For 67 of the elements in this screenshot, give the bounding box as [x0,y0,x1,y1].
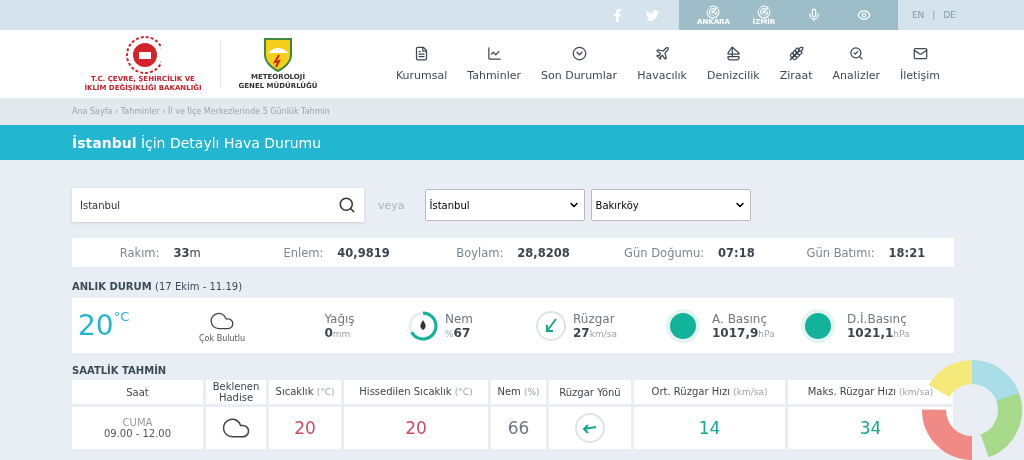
info-value: 07:18 [718,245,755,260]
separator-text: veya [378,198,405,212]
province-select[interactable]: İstanbul [424,189,585,221]
info-label: Gün Doğumu: [624,245,705,260]
column-header: Maks. Rüzgar Hızı (km/sa) [788,380,953,404]
reading-value: 1017,9hPa [712,325,775,340]
search-field[interactable]: İstanbul [72,188,364,222]
eye-icon[interactable] [856,8,871,22]
section-heading: SAATLİK TAHMİN [72,365,168,376]
column-header: Sıcaklık (°C) [269,380,341,404]
table-cell: 66 [491,407,546,449]
reading-value: 0mm [324,325,351,340]
info-value: 40,9819 [337,245,390,260]
reading-label: Rüzgar [573,311,615,326]
radar-icon[interactable] [756,4,771,19]
nav-item[interactable]: Denizcilik [697,46,770,82]
column-header: Ort. Rüzgar Hızı (km/sa) [634,380,785,404]
nav-item[interactable]: Analizler [822,46,891,82]
boat-icon [725,46,741,61]
mail-icon [912,46,928,61]
search-icon[interactable] [338,196,356,214]
reading-label: D.İ.Basınç [847,311,907,326]
info-value: 18:21 [888,245,926,260]
nav-item[interactable]: Son Durumlar [531,46,628,82]
wheat-icon [788,46,804,61]
column-header: Beklenen Hadise [206,380,266,404]
column-header: Rüzgar Yönü [549,380,631,404]
language-separator: | [932,10,936,20]
wind-direction-icon [574,412,606,444]
page-title: İstanbul İçin Detaylı Hava Durumu [72,134,322,151]
table-cell: 14 [634,407,785,449]
nav-item[interactable]: Havacılık [627,46,697,82]
reading-value: 27km/sa [573,325,617,340]
twitter-icon[interactable] [645,8,659,22]
info-label: Rakım: [119,245,160,260]
reading-value: 1021,1hPa [847,325,910,340]
reading-value: %67 [445,325,471,340]
plane-icon [654,46,670,61]
column-header: Hissedilen Sıcaklık (°C) [344,380,488,404]
nav-item[interactable]: Kurumsal [385,46,458,82]
info-label: Gün Batımı: [806,245,875,260]
section-heading: ANLIK DURUM (17 Ekim - 11.19) [72,281,244,292]
radar-icon[interactable] [706,4,721,19]
nav-item[interactable]: İletişim [890,46,950,82]
info-label: Boylam: [456,245,504,260]
column-header: Saat [72,380,203,404]
info-value: 33m [173,245,201,260]
reading-label: Nem [445,311,474,326]
info-label: Enlem: [283,245,324,260]
nav-item[interactable]: Ziraat [769,46,823,82]
agency-logo [263,36,293,73]
table-cell: 20 [344,407,488,449]
doc-icon [414,46,430,61]
table-cell: 20 [269,407,341,449]
district-select[interactable]: Bakırköy [590,189,751,221]
wind-compass-icon [535,309,567,342]
ministry-emblem [125,34,161,75]
reading-label: A. Basınç [712,311,767,326]
nav-item[interactable]: Tahminler [457,46,531,82]
microphone-icon[interactable] [806,8,821,22]
info-value: 28,8208 [517,245,570,260]
column-header: Nem (%) [491,380,546,404]
condition-label: Çok Bulutlu [199,334,245,343]
time-cell: CUMA 09.00 - 12.00 [72,407,203,449]
humidity-gauge [407,309,439,342]
reading-label: Yağış [324,311,355,326]
chart-icon [486,46,502,61]
